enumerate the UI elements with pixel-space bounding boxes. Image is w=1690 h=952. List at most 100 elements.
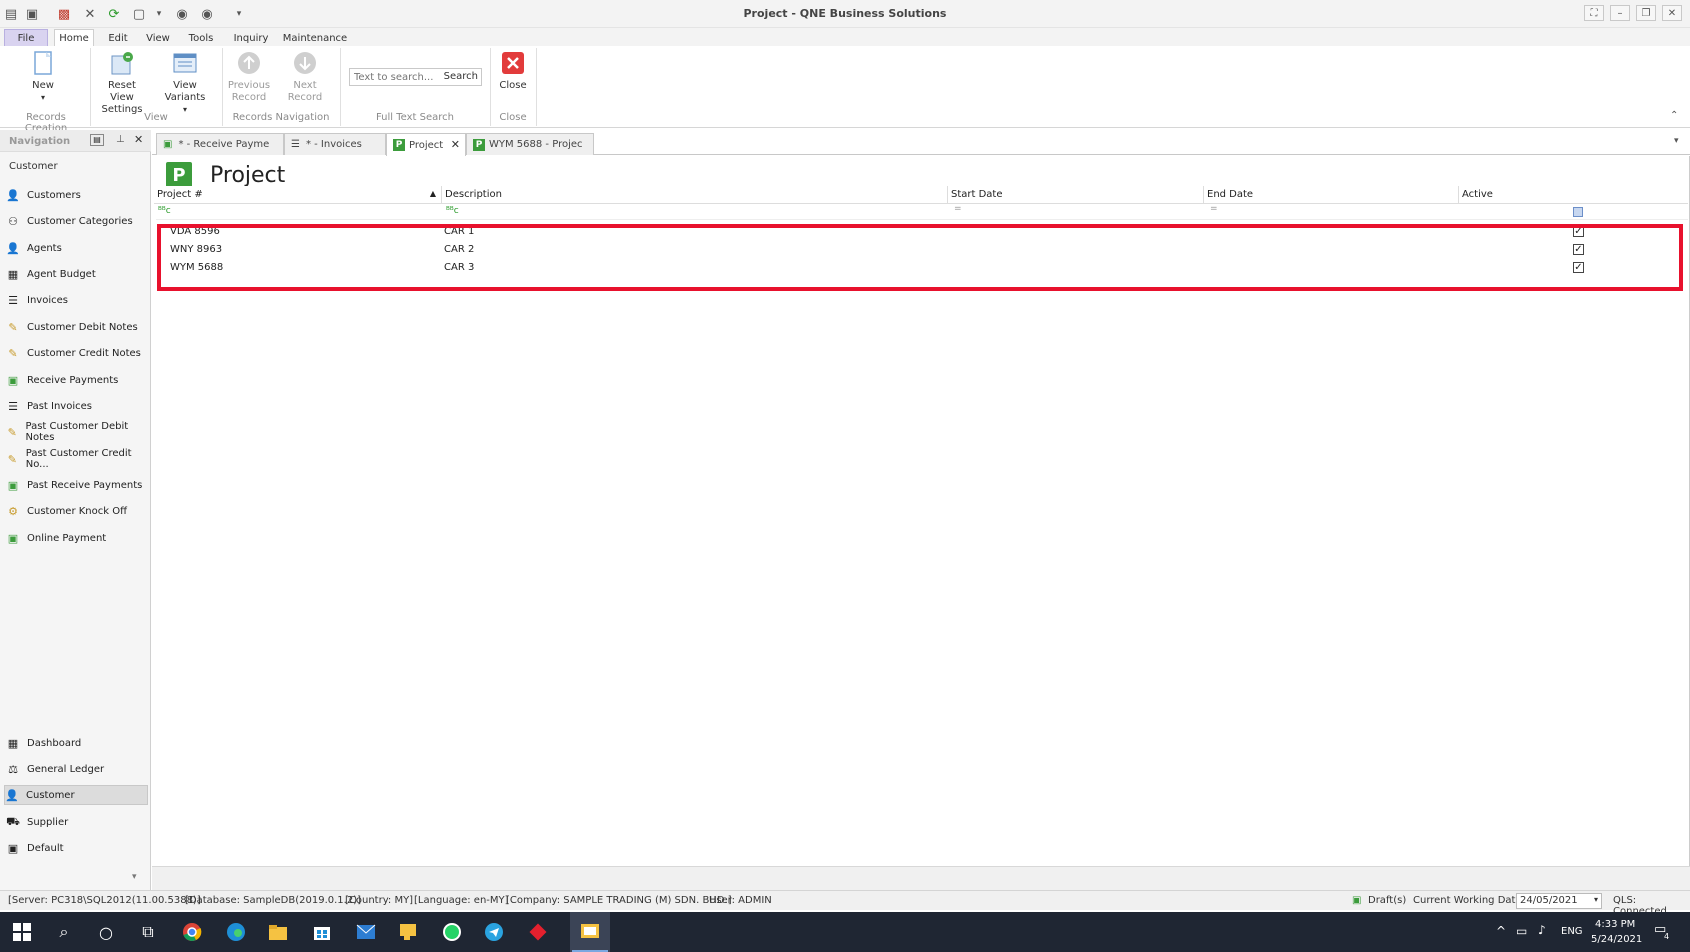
module-default[interactable]: ▣ Default <box>6 838 146 858</box>
windows-taskbar: ⌕ ○ ⧉ ^ ▭ ♪ ENG 4:33 PM 5/24/2021 ▭ 4 <box>0 912 1690 952</box>
sidebar-item-past-customer-credit-notes[interactable]: ✎ Past Customer Credit No... <box>6 448 146 470</box>
filter-project-no[interactable]: ᴮᴮc <box>156 204 442 220</box>
store-icon[interactable] <box>310 920 334 944</box>
title-bar: ▤ ▣ ▩ ✕ ⟳ ▢ ▾ ◉ ◉ ▾ Project - QNE Busine… <box>0 0 1690 28</box>
tab-view[interactable]: View <box>144 29 172 47</box>
restore-layout-button[interactable]: ⛶ <box>1584 5 1604 21</box>
pin-icon[interactable]: ⊥ <box>116 134 125 145</box>
new-dropdown-icon: ▾ <box>40 93 45 102</box>
ribbon-tabs: File Home Edit View Tools Inquiry Mainte… <box>0 28 1690 47</box>
status-company: [Company: SAMPLE TRADING (M) SDN. BHD.] <box>506 895 732 906</box>
sidebar-item-customer-debit-notes[interactable]: ✎ Customer Debit Notes <box>6 317 146 337</box>
tab-receive-payments[interactable]: ▣ * - Receive Payme <box>156 133 284 155</box>
tab-home[interactable]: Home <box>54 29 94 47</box>
sidebar-item-online-payment[interactable]: ▣ Online Payment <box>6 528 146 548</box>
view-variants-button[interactable]: View Variants ▾ <box>155 50 215 116</box>
new-button[interactable]: New ▾ <box>22 50 64 104</box>
tabs-dropdown-icon[interactable]: ▾ <box>1674 136 1679 146</box>
volume-icon[interactable]: ♪ <box>1538 923 1546 937</box>
next-record-button[interactable]: Next Record <box>276 50 334 104</box>
search-input[interactable] <box>350 69 438 85</box>
sidebar-item-past-receive-payments[interactable]: ▣ Past Receive Payments <box>6 475 146 495</box>
reset-view-settings-button[interactable]: Reset View Settings <box>95 50 149 116</box>
chrome-icon[interactable] <box>180 920 204 944</box>
clock-time: 4:33 PM <box>1595 919 1636 930</box>
sidebar-item-past-customer-debit-notes[interactable]: ✎ Past Customer Debit Notes <box>6 421 146 443</box>
sidebar-item-invoices[interactable]: ☰ Invoices <box>6 290 146 310</box>
filter-description[interactable]: ᴮᴮc <box>442 204 948 220</box>
chevron-down-icon: ▾ <box>1593 895 1598 904</box>
person-icon: 👤 <box>6 188 20 202</box>
sidebar-item-agent-budget[interactable]: ▦ Agent Budget <box>6 264 146 284</box>
edge-icon[interactable] <box>224 920 248 944</box>
dashboard-icon: ▦ <box>7 736 19 750</box>
tab-wym-5688-project[interactable]: P WYM 5688 - Projec <box>466 133 594 155</box>
tab-project[interactable]: P Project ✕ <box>386 133 466 156</box>
tab-invoices[interactable]: ☰ * - Invoices <box>284 133 386 155</box>
sidebar-item-receive-payments[interactable]: ▣ Receive Payments <box>6 370 146 390</box>
debit-note-icon: ✎ <box>8 320 18 334</box>
nav-more-icon[interactable]: ▾ <box>132 872 137 882</box>
search-button[interactable]: Search <box>444 71 478 82</box>
nav-layout-icon[interactable]: ▤ <box>90 134 104 146</box>
tab-file[interactable]: File <box>4 29 48 47</box>
ribbon: New ▾ Reset View Settings View Variants … <box>0 46 1690 134</box>
budget-icon: ▦ <box>7 267 19 281</box>
windows-start-icon[interactable] <box>10 920 34 944</box>
close-window-button[interactable]: ✕ <box>1662 5 1682 21</box>
tab-maintenance[interactable]: Maintenance <box>283 29 347 47</box>
module-customer[interactable]: 👤 Customer <box>4 785 148 805</box>
sticky-notes-icon[interactable] <box>396 920 420 944</box>
group-full-text-search: Full Text Search <box>375 112 455 123</box>
close-nav-icon[interactable]: ✕ <box>134 133 143 146</box>
collapse-ribbon-icon[interactable]: ⌃ <box>1670 110 1678 121</box>
module-supplier[interactable]: ⛟ Supplier <box>6 812 146 832</box>
column-header-description[interactable]: Description <box>442 186 948 204</box>
filter-start-date[interactable]: = <box>948 204 1204 220</box>
status-drafts[interactable]: Draft(s) <box>1368 895 1406 906</box>
sidebar-item-customer-knock-off[interactable]: ⚙ Customer Knock Off <box>6 501 146 521</box>
whatsapp-icon[interactable] <box>440 920 464 944</box>
invoice-tab-icon: ☰ <box>291 139 300 150</box>
sidebar-item-agents[interactable]: 👤 Agents <box>6 238 146 258</box>
filter-end-date[interactable]: = <box>1204 204 1459 220</box>
chevron-up-icon[interactable]: ^ <box>1496 924 1506 938</box>
telegram-icon[interactable] <box>482 920 506 944</box>
reset-view-label-line1: Reset View <box>108 80 136 103</box>
column-header-start-date[interactable]: Start Date <box>948 186 1204 204</box>
tab-inquiry[interactable]: Inquiry <box>232 29 270 47</box>
view-variants-label: View Variants <box>164 80 206 103</box>
file-explorer-icon[interactable] <box>266 920 290 944</box>
mail-icon[interactable] <box>354 920 378 944</box>
language-indicator[interactable]: ENG <box>1561 926 1583 937</box>
maximize-button[interactable]: ❐ <box>1636 5 1656 21</box>
module-dashboard[interactable]: ▦ Dashboard <box>6 733 146 753</box>
minimize-button[interactable]: – <box>1610 5 1630 21</box>
network-icon[interactable]: ▭ <box>1516 924 1527 938</box>
tab-tools[interactable]: Tools <box>186 29 216 47</box>
previous-record-button[interactable]: Previous Record <box>226 50 272 104</box>
page-title: Project <box>210 162 286 188</box>
filter-active[interactable] <box>1459 204 1688 220</box>
sidebar-item-customer-categories[interactable]: ⚇ Customer Categories <box>6 211 146 231</box>
column-header-active[interactable]: Active <box>1459 186 1688 204</box>
sidebar-item-customers[interactable]: 👤 Customers <box>6 185 146 205</box>
column-header-project-no[interactable]: Project # ▲ <box>154 186 442 204</box>
working-date-picker[interactable]: 24/05/2021 ▾ <box>1516 893 1602 909</box>
anydesk-icon[interactable] <box>526 920 550 944</box>
filter-equals-icon: = <box>954 204 962 214</box>
column-header-end-date[interactable]: End Date <box>1204 186 1459 204</box>
task-view-icon[interactable]: ⧉ <box>136 920 160 944</box>
close-button[interactable]: Close <box>498 50 528 92</box>
drafts-icon: ▣ <box>1352 895 1362 906</box>
close-tab-icon[interactable]: ✕ <box>451 138 460 151</box>
cortana-icon[interactable]: ○ <box>94 920 118 944</box>
status-server: [Server: PC318\SQL2012(11.00.5388)] <box>8 895 201 906</box>
previous-record-icon <box>236 50 262 76</box>
module-general-ledger[interactable]: ⚖ General Ledger <box>6 759 146 779</box>
sidebar-item-past-invoices[interactable]: ☰ Past Invoices <box>6 396 146 416</box>
sidebar-item-customer-credit-notes[interactable]: ✎ Customer Credit Notes <box>6 343 146 363</box>
tab-edit[interactable]: Edit <box>104 29 132 47</box>
qne-taskbar-icon[interactable] <box>570 912 610 952</box>
search-icon[interactable]: ⌕ <box>52 920 76 944</box>
